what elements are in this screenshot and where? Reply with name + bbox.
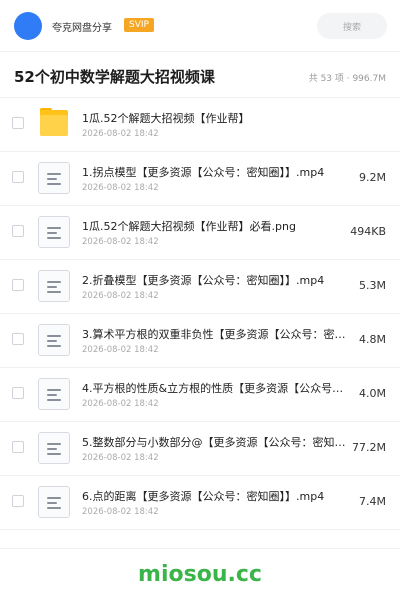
file-icon: [38, 162, 70, 194]
file-icon: [38, 324, 70, 356]
file-date: 2026-08-02 18:42: [82, 507, 159, 517]
file-size: 5.3M: [359, 279, 386, 292]
file-icon: [38, 486, 70, 518]
file-size: 494KB: [350, 225, 386, 238]
file-name: 1.拐点模型【更多资源【公众号：密知圈】】.mp4: [82, 166, 325, 179]
row-checkbox[interactable]: [12, 171, 24, 183]
file-row[interactable]: 4.平方根的性质&立方根的性质【更多资源【公众号：密知圈】】.mp4 2026-0…: [0, 368, 400, 422]
file-size: 77.2M: [352, 441, 386, 454]
file-name: 1瓜.52个解题大招视频【作业帮】必看.png: [82, 220, 296, 233]
item-count: 共 53 项 · 996.7M: [308, 74, 386, 84]
file-size: 4.0M: [359, 387, 386, 400]
file-date: 2026-08-02 18:42: [82, 453, 159, 463]
avatar[interactable]: [14, 12, 42, 40]
file-icon: [38, 432, 70, 464]
file-size: 4.8M: [359, 333, 386, 346]
file-date: 2026-08-02 18:42: [82, 237, 159, 247]
file-row[interactable]: 6.点的距离【更多资源【公众号：密知圈】】.mp4 2026-08-02 18:4…: [0, 476, 400, 530]
folder-icon: [38, 108, 70, 140]
file-name: 1瓜.52个解题大招视频【作业帮】: [82, 112, 250, 125]
file-icon: [38, 216, 70, 248]
folder-header: 52个初中数学解题大招视频课 共 53 项 · 996.7M: [0, 52, 400, 98]
row-checkbox[interactable]: [12, 495, 24, 507]
row-checkbox[interactable]: [12, 279, 24, 291]
folder-row[interactable]: 1瓜.52个解题大招视频【作业帮】 2026-08-02 18:42: [0, 98, 400, 152]
row-checkbox[interactable]: [12, 333, 24, 345]
file-icon: [38, 378, 70, 410]
file-date: 2026-08-02 18:42: [82, 129, 159, 139]
file-row[interactable]: 2.折叠模型【更多资源【公众号：密知圈】】.mp4 2026-08-02 18:4…: [0, 260, 400, 314]
file-name: 3.算术平方根的双重非负性【更多资源【公众号：密知圈】】.mp4: [82, 328, 350, 341]
row-checkbox[interactable]: [12, 225, 24, 237]
file-name: 5.整数部分与小数部分@【更多资源【公众号：密知圈】】.mp4: [82, 436, 350, 449]
svip-badge: SVIP: [124, 18, 154, 32]
row-checkbox[interactable]: [12, 117, 24, 129]
file-icon: [38, 270, 70, 302]
file-row[interactable]: 1瓜.52个解题大招视频【作业帮】必看.png 2026-08-02 18:42 4…: [0, 206, 400, 260]
file-row[interactable]: 1.拐点模型【更多资源【公众号：密知圈】】.mp4 2026-08-02 18:4…: [0, 152, 400, 206]
top-bar: 夸克网盘分享 SVIP 搜索: [0, 0, 400, 52]
app-name: 夸克网盘分享: [52, 23, 112, 34]
file-name: 2.折叠模型【更多资源【公众号：密知圈】】.mp4: [82, 274, 325, 287]
page-title: 52个初中数学解题大招视频课: [14, 68, 215, 86]
file-size: 9.2M: [359, 171, 386, 184]
file-list: 1瓜.52个解题大招视频【作业帮】 2026-08-02 18:42 1.拐点模型【…: [0, 98, 400, 530]
file-name: 6.点的距离【更多资源【公众号：密知圈】】.mp4: [82, 490, 325, 503]
watermark: miosou.cc: [138, 562, 262, 587]
row-checkbox[interactable]: [12, 441, 24, 453]
row-checkbox[interactable]: [12, 387, 24, 399]
file-date: 2026-08-02 18:42: [82, 183, 159, 193]
file-date: 2026-08-02 18:42: [82, 399, 159, 409]
search-input[interactable]: 搜索: [317, 13, 387, 39]
file-date: 2026-08-02 18:42: [82, 345, 159, 355]
file-date: 2026-08-02 18:42: [82, 291, 159, 301]
file-row[interactable]: 3.算术平方根的双重非负性【更多资源【公众号：密知圈】】.mp4 2026-08-…: [0, 314, 400, 368]
file-size: 7.4M: [359, 495, 386, 508]
file-row[interactable]: 5.整数部分与小数部分@【更多资源【公众号：密知圈】】.mp4 2026-08-0…: [0, 422, 400, 476]
file-name: 4.平方根的性质&立方根的性质【更多资源【公众号：密知圈】】.mp4: [82, 382, 350, 395]
